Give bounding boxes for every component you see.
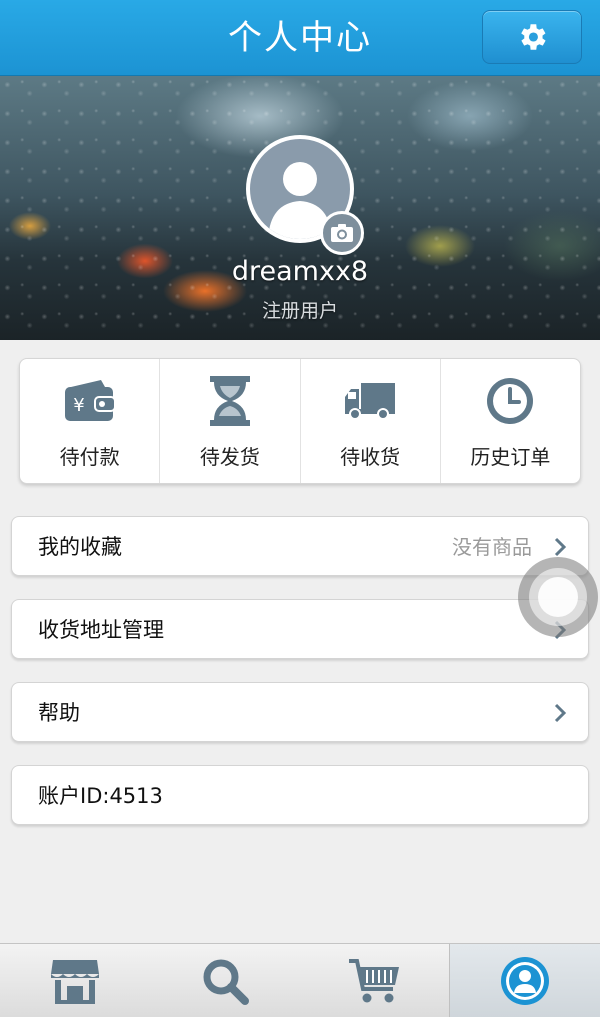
clock-icon bbox=[487, 378, 534, 424]
search-icon bbox=[203, 959, 249, 1005]
tab-store[interactable] bbox=[0, 944, 150, 1017]
favorites-label: 我的收藏 bbox=[38, 535, 122, 559]
top-bar: 个人中心 bbox=[0, 0, 600, 76]
favorites-row[interactable]: 我的收藏 没有商品 bbox=[11, 516, 589, 576]
profile-banner: dreamxx8 注册用户 bbox=[0, 76, 600, 340]
chevron-right-icon bbox=[554, 537, 567, 557]
help-label: 帮助 bbox=[38, 701, 80, 725]
account-id-label: 账户ID:4513 bbox=[38, 784, 163, 808]
favorites-value: 没有商品 bbox=[452, 535, 532, 559]
store-icon bbox=[50, 959, 99, 1004]
gear-icon bbox=[521, 24, 546, 50]
settings-button[interactable] bbox=[482, 10, 582, 64]
tab-cart[interactable] bbox=[300, 944, 450, 1017]
order-status-panel: ¥ 待付款 待发货 待收货 历史订单 bbox=[19, 358, 581, 484]
account-id-row: 账户ID:4513 bbox=[11, 765, 589, 825]
order-label: 待收货 bbox=[340, 445, 401, 469]
floating-assistive-button[interactable] bbox=[518, 557, 598, 637]
username: dreamxx8 bbox=[231, 256, 369, 287]
hourglass-icon bbox=[209, 376, 250, 426]
order-pending-payment[interactable]: ¥ 待付款 bbox=[20, 359, 161, 483]
address-label: 收货地址管理 bbox=[38, 618, 164, 642]
order-pending-receipt[interactable]: 待收货 bbox=[301, 359, 441, 483]
order-pending-shipment[interactable]: 待发货 bbox=[160, 359, 301, 483]
tab-search[interactable] bbox=[150, 944, 300, 1017]
order-label: 待付款 bbox=[59, 445, 120, 469]
order-label: 待发货 bbox=[199, 445, 260, 469]
order-history[interactable]: 历史订单 bbox=[441, 359, 580, 483]
order-label: 历史订单 bbox=[470, 445, 551, 469]
profile-icon bbox=[501, 956, 550, 1005]
cart-icon bbox=[349, 958, 400, 1002]
change-avatar-button[interactable] bbox=[320, 211, 364, 255]
camera-icon bbox=[331, 224, 353, 242]
wallet-icon: ¥ bbox=[64, 380, 116, 421]
help-row[interactable]: 帮助 bbox=[11, 682, 589, 742]
user-role: 注册用户 bbox=[261, 300, 338, 322]
chevron-right-icon bbox=[554, 703, 567, 723]
bottom-tab-bar bbox=[0, 943, 600, 1017]
tab-profile[interactable] bbox=[449, 944, 600, 1017]
address-row[interactable]: 收货地址管理 bbox=[11, 599, 589, 659]
truck-icon bbox=[345, 383, 396, 420]
svg-text:¥: ¥ bbox=[73, 395, 84, 416]
